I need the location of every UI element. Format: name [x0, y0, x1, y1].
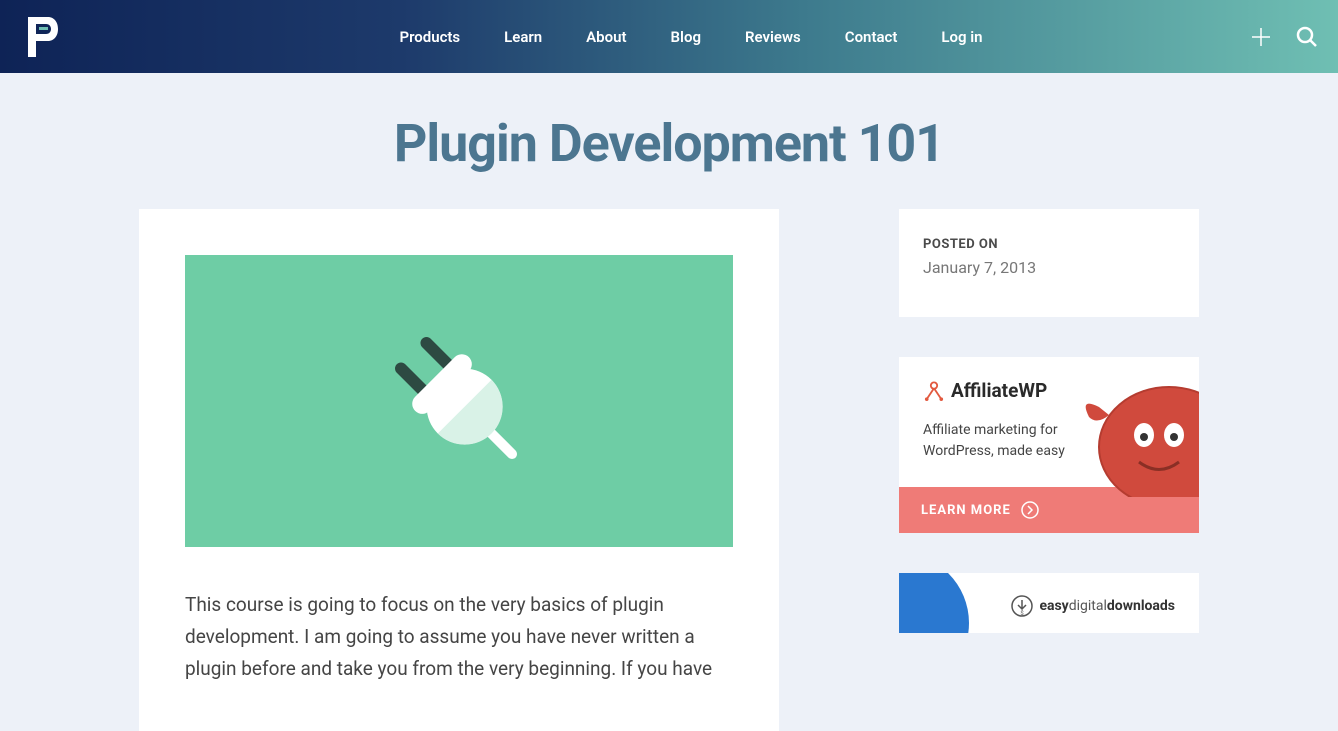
header-actions — [1248, 24, 1320, 50]
article-body: This course is going to focus on the ver… — [185, 589, 733, 685]
edd-blue-shape — [899, 573, 969, 633]
article-card: This course is going to focus on the ver… — [139, 209, 779, 731]
site-header: Products Learn About Blog Reviews Contac… — [0, 0, 1338, 73]
search-icon[interactable] — [1294, 24, 1320, 50]
posted-on-date: January 7, 2013 — [923, 258, 1175, 277]
posted-on-widget: POSTED ON January 7, 2013 — [899, 209, 1199, 317]
nav-reviews[interactable]: Reviews — [745, 28, 801, 46]
edd-icon: $ — [1011, 595, 1033, 617]
plug-icon — [359, 301, 559, 501]
plus-icon[interactable] — [1248, 24, 1274, 50]
nav-contact[interactable]: Contact — [845, 28, 898, 46]
hero-image — [185, 255, 733, 547]
affiliatewp-icon — [923, 381, 945, 401]
nav-about[interactable]: About — [586, 28, 626, 46]
cta-label: LEARN MORE — [921, 503, 1011, 518]
nav-blog[interactable]: Blog — [671, 28, 701, 46]
nav-learn[interactable]: Learn — [504, 28, 542, 46]
page-title: Plugin Development 101 — [0, 73, 1338, 209]
main-nav: Products Learn About Blog Reviews Contac… — [399, 28, 982, 46]
edd-brand-text: easydigitaldownloads — [1039, 598, 1175, 614]
sidebar: POSTED ON January 7, 2013 AffiliateWP Af… — [899, 209, 1199, 633]
mascot-icon — [1069, 357, 1199, 497]
nav-login[interactable]: Log in — [941, 28, 982, 46]
site-logo[interactable] — [20, 11, 64, 63]
promo-content: AffiliateWP Affiliate marketing for Word… — [899, 357, 1199, 487]
promo-brand-name: AffiliateWP — [951, 379, 1047, 402]
posted-on-label: POSTED ON — [923, 237, 1175, 252]
promo-tagline: Affiliate marketing for WordPress, made … — [923, 420, 1073, 462]
content-container: This course is going to focus on the ver… — [119, 209, 1219, 731]
affiliatewp-promo[interactable]: AffiliateWP Affiliate marketing for Word… — [899, 357, 1199, 533]
arrow-right-icon — [1021, 501, 1039, 519]
edd-promo[interactable]: $ easydigitaldownloads — [899, 573, 1199, 633]
nav-products[interactable]: Products — [399, 28, 460, 46]
